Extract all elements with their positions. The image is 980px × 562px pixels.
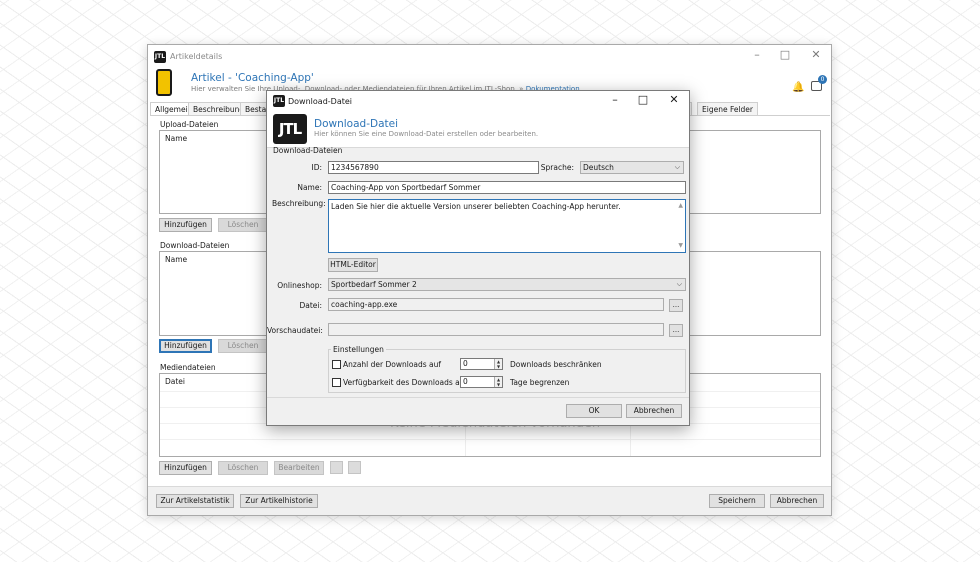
upload-delete-button[interactable]: Löschen: [218, 218, 268, 232]
header-title: Artikel - 'Coaching-App': [191, 72, 314, 84]
move-up-icon[interactable]: [330, 461, 343, 474]
dialog-app-icon: JTL: [273, 95, 285, 107]
download-group-label: Download-Dateien: [273, 146, 343, 155]
chevron-down-icon: ⌵: [676, 280, 682, 288]
preview-browse-button[interactable]: ...: [669, 324, 683, 337]
limit-days-label: Verfügbarkeit des Downloads auf: [343, 378, 468, 387]
media-delete-button[interactable]: Löschen: [218, 461, 268, 475]
article-history-button[interactable]: Zur Artikelhistorie: [240, 494, 318, 508]
dialog-minimize-icon[interactable]: –: [606, 93, 624, 106]
app-logo-icon: JTL: [154, 51, 166, 63]
limit-days-suffix: Tage begrenzen: [510, 378, 570, 387]
upload-col-name: Name: [165, 134, 188, 143]
maximize-icon[interactable]: □: [776, 48, 794, 61]
onlineshop-select[interactable]: Sportbedarf Sommer 2 ⌵: [328, 278, 686, 291]
phone-icon: [156, 69, 172, 96]
chevron-down-icon: ⌵: [674, 163, 680, 171]
dialog-titlebar: JTL Download-Datei – □ ✕: [267, 91, 689, 111]
upload-list: Name: [159, 130, 267, 214]
upload-section-label: Upload-Dateien: [160, 120, 219, 129]
window-title: Artikeldetails: [170, 52, 223, 61]
move-down-icon[interactable]: [348, 461, 361, 474]
name-label: Name:: [297, 183, 322, 192]
download-file-dialog: JTL Download-Datei – □ ✕ JTL Download-Da…: [266, 90, 690, 426]
id-field[interactable]: 1234567890: [328, 161, 539, 174]
limit-downloads-suffix: Downloads beschränken: [510, 360, 602, 369]
upload-list-right: [688, 130, 821, 214]
limit-days-checkbox[interactable]: [332, 378, 341, 387]
media-edit-button[interactable]: Bearbeiten: [274, 461, 324, 475]
limit-downloads-label: Anzahl der Downloads auf: [343, 360, 442, 369]
preview-label: Vorschaudatei:: [267, 326, 323, 335]
download-delete-button[interactable]: Löschen: [218, 339, 268, 353]
dialog-close-icon[interactable]: ✕: [665, 93, 683, 106]
download-add-button[interactable]: Hinzufügen: [159, 339, 212, 353]
dialog-title: Download-Datei: [288, 97, 352, 106]
tab-eigene-felder[interactable]: Eigene Felder: [697, 102, 759, 115]
jtl-logo-icon: JTL: [273, 114, 307, 144]
id-label: ID:: [311, 163, 322, 172]
dialog-header-title: Download-Datei: [314, 118, 398, 130]
article-statistics-button[interactable]: Zur Artikelstatistik: [156, 494, 234, 508]
limit-downloads-spinner[interactable]: 0 ▲ ▼: [460, 358, 503, 370]
media-add-button[interactable]: Hinzufügen: [159, 461, 212, 475]
download-list: Name: [159, 251, 267, 336]
ok-button[interactable]: OK: [566, 404, 622, 418]
dialog-cancel-button[interactable]: Abbrechen: [626, 404, 682, 418]
upload-add-button[interactable]: Hinzufügen: [159, 218, 212, 232]
download-col-name: Name: [165, 255, 188, 264]
spin-down-icon[interactable]: ▼: [495, 364, 502, 369]
notification-badge: 0: [818, 75, 827, 84]
spin-down-icon[interactable]: ▼: [495, 382, 502, 387]
onlineshop-label: Onlineshop:: [277, 281, 322, 290]
main-cancel-button[interactable]: Abbrechen: [770, 494, 824, 508]
limit-days-spinner[interactable]: 0 ▲ ▼: [460, 376, 503, 388]
language-select[interactable]: Deutsch ⌵: [580, 161, 684, 174]
description-label: Beschreibung:: [272, 199, 326, 208]
description-textarea[interactable]: Laden Sie hier die aktuelle Version unse…: [328, 199, 686, 253]
close-icon[interactable]: ✕: [807, 48, 825, 61]
name-field[interactable]: Coaching-App von Sportbedarf Sommer: [328, 181, 686, 194]
scroll-down-icon[interactable]: ▼: [678, 241, 683, 251]
dialog-header: JTL Download-Datei Hier können Sie eine …: [267, 111, 689, 148]
html-editor-button[interactable]: HTML-Editor: [328, 258, 378, 272]
bell-icon[interactable]: 🔔: [792, 82, 804, 93]
download-section-label: Download-Dateien: [160, 241, 230, 250]
dialog-maximize-icon[interactable]: □: [634, 93, 652, 106]
settings-label: Einstellungen: [331, 345, 386, 354]
preview-field[interactable]: [328, 323, 664, 336]
save-button[interactable]: Speichern: [709, 494, 765, 508]
file-label: Datei:: [299, 301, 322, 310]
file-field[interactable]: coaching-app.exe: [328, 298, 664, 311]
language-label: Sprache:: [540, 163, 574, 172]
media-section-label: Mediendateien: [160, 363, 216, 372]
scroll-up-icon[interactable]: ▲: [678, 201, 683, 211]
limit-downloads-checkbox[interactable]: [332, 360, 341, 369]
file-browse-button[interactable]: ...: [669, 299, 683, 312]
dialog-divider: [267, 397, 689, 398]
download-list-right: [688, 251, 821, 336]
minimize-icon[interactable]: –: [748, 48, 766, 61]
dialog-header-subtitle: Hier können Sie eine Download-Datei erst…: [314, 130, 539, 138]
media-col-file: Datei: [165, 377, 186, 386]
